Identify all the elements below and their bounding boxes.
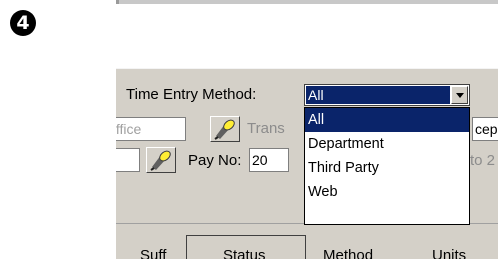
pay-range-end-label: to 2 xyxy=(470,152,496,169)
dropdown-option-all[interactable]: All xyxy=(305,108,469,132)
pay-lookup-button[interactable] xyxy=(146,147,176,173)
column-header-units[interactable]: Units xyxy=(432,247,466,259)
office-lookup-button[interactable] xyxy=(210,116,240,142)
dropdown-option-third-party[interactable]: Third Party xyxy=(305,156,469,180)
flashlight-icon xyxy=(150,150,171,171)
time-entry-method-select[interactable]: All xyxy=(304,84,470,106)
time-entry-method-value: All xyxy=(306,86,450,104)
office-field[interactable]: Office xyxy=(116,117,186,141)
column-header-method[interactable]: Method xyxy=(323,247,373,259)
trans-label: Trans xyxy=(247,120,285,137)
row3-left-field[interactable] xyxy=(116,148,140,172)
column-header-status[interactable]: Status xyxy=(223,247,266,259)
time-entry-method-label: Time Entry Method: xyxy=(126,86,257,103)
window-top-edge xyxy=(116,0,498,4)
pay-no-label: Pay No: xyxy=(188,152,242,169)
chevron-down-icon[interactable] xyxy=(451,86,468,104)
step-number-badge: 4 xyxy=(10,10,36,36)
flashlight-icon xyxy=(214,119,235,140)
pay-no-field[interactable]: 20 xyxy=(249,148,289,172)
dropdown-option-department[interactable]: Department xyxy=(305,132,469,156)
trans-field[interactable]: cep xyxy=(472,117,498,141)
column-header-suff[interactable]: Suff xyxy=(140,247,166,259)
time-entry-method-dropdown: All Department Third Party Web xyxy=(304,107,470,225)
dropdown-option-web[interactable]: Web xyxy=(305,180,469,204)
filter-panel: Time Entry Method: All Office Trans cep … xyxy=(116,68,498,259)
